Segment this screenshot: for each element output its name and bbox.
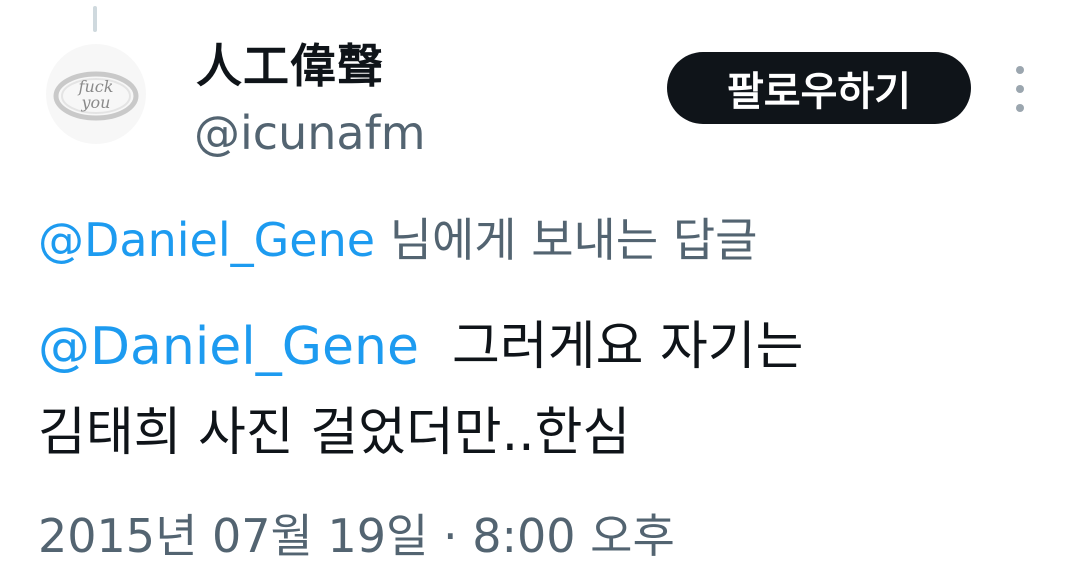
ring-avatar-icon: fuck you [53,71,139,121]
tweet-text-line2: 김태희 사진 걸었더만..한심 [38,403,631,463]
reply-mention-link[interactable]: @Daniel_Gene [38,213,375,267]
tweet-text: @Daniel_Gene 그러게요 자기는 김태희 사진 걸었더만..한심 [38,304,1048,476]
reply-context: @Daniel_Gene 님에게 보내는 답글 [38,204,757,270]
thread-connector-line [93,6,97,32]
tweet-mention-link[interactable]: @Daniel_Gene [38,317,419,377]
tweet-text-line1: 그러게요 자기는 [419,317,804,377]
more-vertical-icon[interactable] [1006,66,1034,112]
more-dot [1016,104,1024,112]
follow-button[interactable]: 팔로우하기 [667,52,971,124]
display-name[interactable]: 人工偉聲 [196,30,384,96]
avatar[interactable]: fuck you [46,44,146,144]
svg-text:you: you [81,93,111,112]
user-handle[interactable]: @icunafm [194,106,426,160]
reply-context-suffix: 님에게 보내는 답글 [375,213,758,267]
more-dot [1016,66,1024,74]
tweet-detail: fuck you 人工偉聲 @icunafm 팔로우하기 @Daniel_Gen… [0,0,1080,580]
tweet-timestamp[interactable]: 2015년 07월 19일 · 8:00 오후 [38,500,675,566]
more-dot [1016,85,1024,93]
